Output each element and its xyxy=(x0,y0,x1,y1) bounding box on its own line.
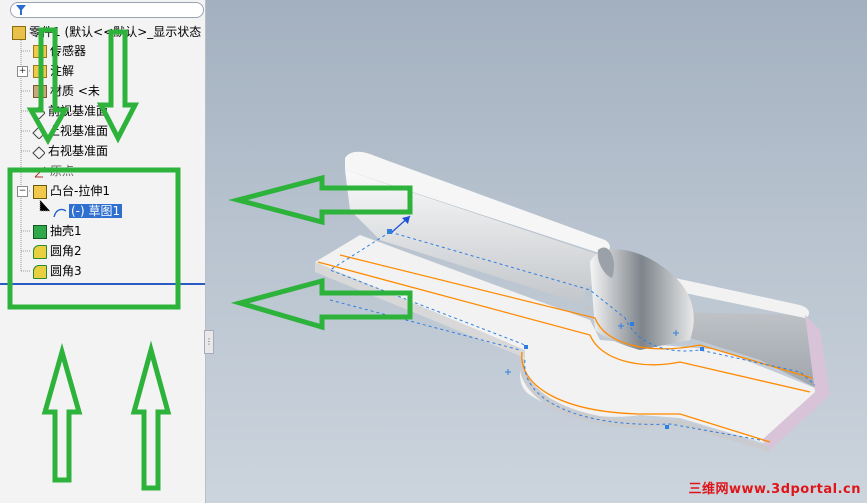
material-icon xyxy=(33,85,47,98)
tree-item-origin[interactable]: 原点 xyxy=(33,162,74,180)
collapse-extrude-button[interactable]: − xyxy=(17,186,28,197)
tree-item-label: 上视基准面 xyxy=(48,124,109,138)
plane-icon xyxy=(32,125,45,139)
tree-root[interactable]: 零件1 (默认<<默认>_显示状态 xyxy=(12,23,201,41)
watermark: 三维网www.3dportal.cn xyxy=(688,482,861,497)
boss-extrude-icon xyxy=(33,184,47,199)
tree-item-label: 原点 xyxy=(50,164,75,178)
tree-item-label: 前视基准面 xyxy=(48,104,109,118)
tree-item-sketch[interactable]: (-) 草图1 xyxy=(52,202,123,220)
part-icon xyxy=(12,25,26,40)
tree-item-label: 注解 xyxy=(50,64,75,78)
tree-item-label: (-) 草图1 xyxy=(69,204,123,218)
tree-item-label: 材质 <未 xyxy=(50,84,100,98)
tree-item-sensors[interactable]: 传感器 xyxy=(33,42,86,60)
tree-item-fillet3[interactable]: 圆角3 xyxy=(33,262,82,280)
sensor-folder-icon xyxy=(33,45,47,58)
tree-item-right-plane[interactable]: 右视基准面 xyxy=(31,142,108,160)
expand-annotations-button[interactable]: + xyxy=(17,66,28,77)
fillet-icon xyxy=(33,264,47,279)
tree-item-label: 圆角2 xyxy=(50,244,82,258)
feature-manager-tree: 零件1 (默认<<默认>_显示状态 + − 传感器 注解 材质 <未 前视基准面… xyxy=(0,0,206,503)
tree-item-fillet2[interactable]: 圆角2 xyxy=(33,242,82,260)
tree-item-boss-extrude[interactable]: 凸台-拉伸1 xyxy=(33,182,110,200)
sketch-icon xyxy=(53,208,66,217)
tree-item-material[interactable]: 材质 <未 xyxy=(33,82,100,100)
fillet-icon xyxy=(33,244,47,259)
tree-item-label: 圆角3 xyxy=(50,264,82,278)
tree-item-label: 凸台-拉伸1 xyxy=(50,184,110,198)
tree-item-top-plane[interactable]: 上视基准面 xyxy=(31,122,108,140)
tree-item-front-plane[interactable]: 前视基准面 xyxy=(31,102,108,120)
rollback-bar[interactable] xyxy=(0,283,205,285)
panel-collapse-handle[interactable]: ⋮ xyxy=(204,330,214,354)
plane-icon xyxy=(32,105,45,119)
plane-icon xyxy=(32,145,45,159)
tree-item-label: 右视基准面 xyxy=(48,144,109,158)
origin-icon xyxy=(34,166,46,177)
shell-icon xyxy=(33,224,47,239)
annotation-folder-icon xyxy=(33,65,47,78)
tree-item-label: 传感器 xyxy=(50,44,87,58)
tree-item-shell[interactable]: 抽壳1 xyxy=(33,222,82,240)
tree-root-label: 零件1 (默认<<默认>_显示状态 xyxy=(29,25,202,39)
tree-item-label: 抽壳1 xyxy=(50,224,82,238)
tree-item-annotations[interactable]: 注解 xyxy=(33,62,74,80)
